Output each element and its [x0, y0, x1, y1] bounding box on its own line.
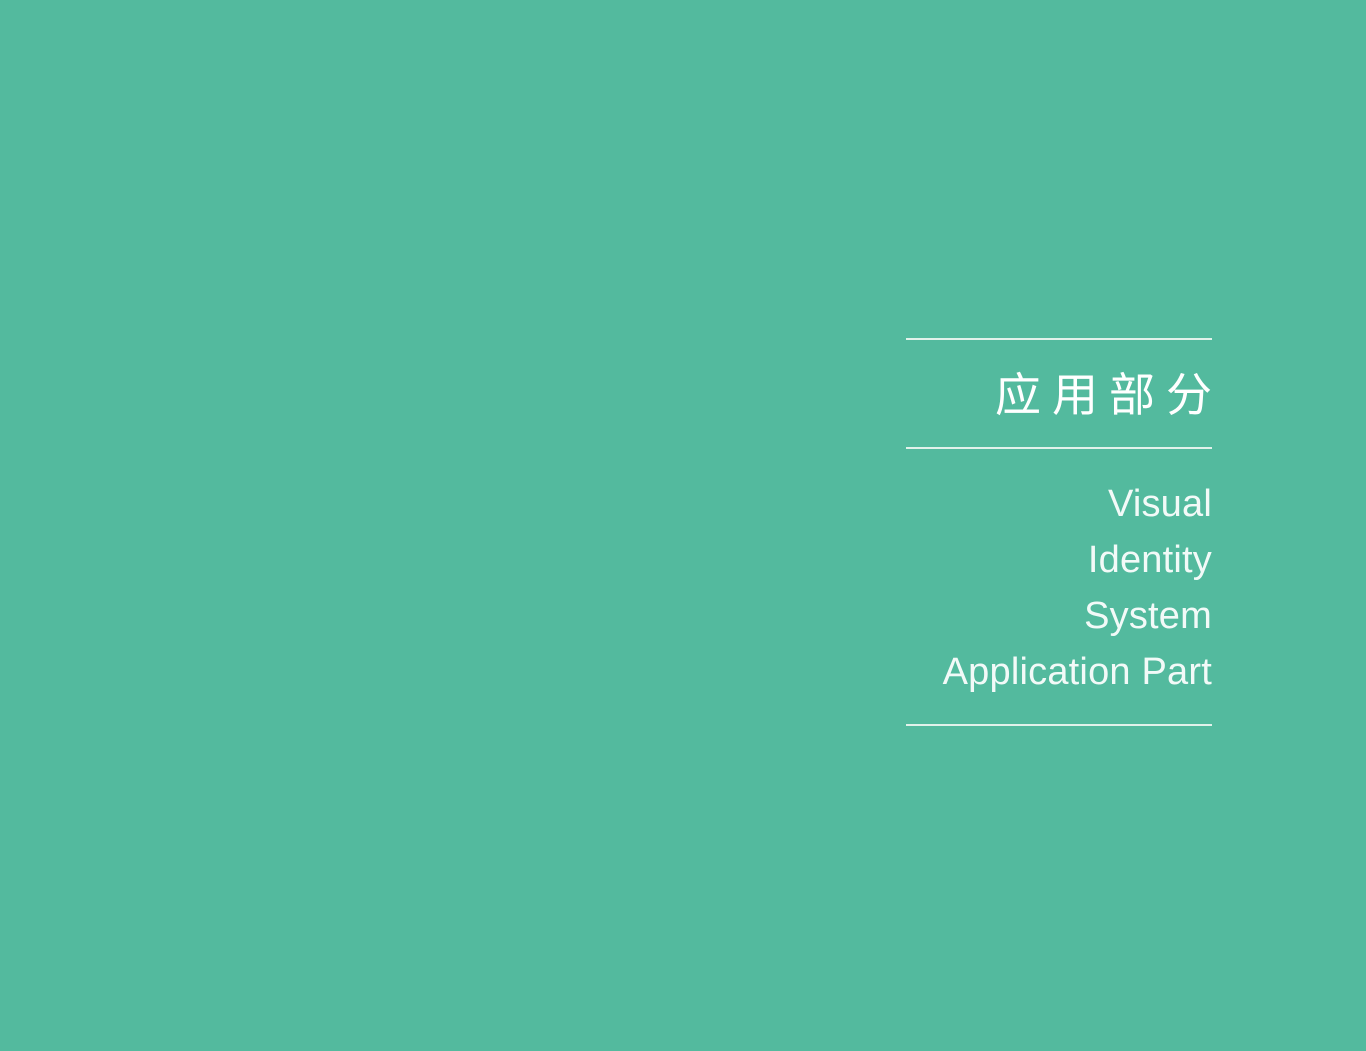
divider-rule-bottom	[906, 724, 1212, 726]
subtitle-line-application-part: Application Part	[942, 651, 1212, 693]
page-title: 应用部分	[995, 369, 1223, 421]
subtitle-line-identity: Identity	[1087, 539, 1212, 581]
slide-canvas: 应用部分 Visual Identity System Application …	[0, 0, 1366, 1051]
subtitle-line-visual: Visual	[1107, 483, 1212, 525]
divider-rule-middle	[906, 447, 1212, 449]
subtitle-line-system: System	[1084, 595, 1212, 637]
divider-rule-top	[906, 338, 1212, 340]
subtitle-stack: Visual Identity System Application Part	[906, 449, 1212, 724]
title-block: 应用部分 Visual Identity System Application …	[906, 330, 1212, 726]
